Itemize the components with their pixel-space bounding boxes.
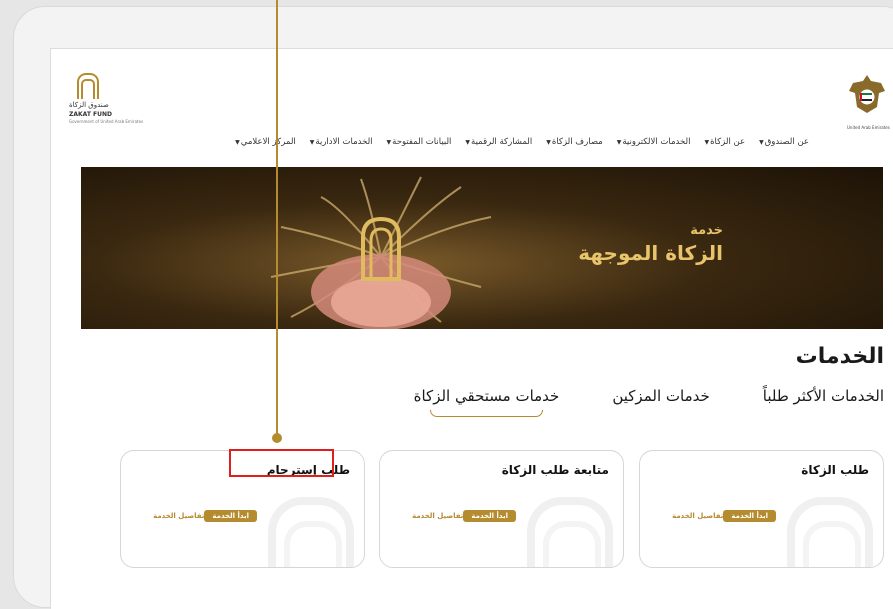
nav-label: المشاركة الرقمية xyxy=(471,137,533,147)
start-service-button[interactable]: ابدأ الخدمة xyxy=(463,510,516,522)
card-actions: ابدأ الخدمة تفاصيل الخدمة xyxy=(146,510,257,522)
tab-payers-services[interactable]: خدمات المزكين xyxy=(612,387,709,405)
card-actions: ابدأ الخدمة تفاصيل الخدمة xyxy=(665,510,776,522)
nav-item-about-zakat[interactable]: عن الزكاة ▼ xyxy=(704,137,745,147)
start-service-button[interactable]: ابدأ الخدمة xyxy=(204,510,257,522)
nav-item-open-data[interactable]: البيانات المفتوحة ▼ xyxy=(387,137,452,147)
zakat-fund-logo[interactable]: صندوق الزكاة ZAKAT FUND Government of Un… xyxy=(69,73,143,129)
logo-text-en: ZAKAT FUND xyxy=(69,111,112,118)
device-frame: صندوق الزكاة ZAKAT FUND Government of Un… xyxy=(13,6,893,609)
start-service-button[interactable]: ابدأ الخدمة xyxy=(723,510,776,522)
emblem-label: United Arab Emirates xyxy=(847,125,890,130)
services-tabs: الخدمات الأكثر طلباً خدمات المزكين خدمات… xyxy=(361,387,884,417)
service-details-link[interactable]: تفاصيل الخدمة xyxy=(412,512,463,520)
banner-title: الزكاة الموجهة xyxy=(578,241,723,265)
banner-subtitle: خدمة xyxy=(690,223,723,238)
browser-screen: صندوق الزكاة ZAKAT FUND Government of Un… xyxy=(50,48,893,609)
caret-down-icon: ▼ xyxy=(386,138,392,146)
arch-decoration-inner xyxy=(803,521,861,567)
card-actions: ابدأ الخدمة تفاصيل الخدمة xyxy=(405,510,516,522)
callout-pointer-line xyxy=(276,0,278,435)
arch-decoration-inner xyxy=(543,521,601,567)
tab-beneficiaries-services[interactable]: خدمات مستحقي الزكاة xyxy=(414,387,559,417)
caret-down-icon: ▼ xyxy=(759,138,764,146)
caret-down-icon: ▼ xyxy=(546,138,551,146)
nav-label: مصارف الزكاة xyxy=(551,137,603,147)
nav-label: الخدمات الالكترونية xyxy=(622,137,691,147)
highlight-box xyxy=(229,449,334,477)
arch-decoration-inner xyxy=(284,521,342,567)
callout-pointer-dot xyxy=(272,433,282,443)
hero-banner[interactable]: خدمة الزكاة الموجهة xyxy=(81,167,883,329)
service-details-link[interactable]: تفاصيل الخدمة xyxy=(153,512,204,520)
nav-item-zakat-channels[interactable]: مصارف الزكاة ▼ xyxy=(546,137,603,147)
falcon-emblem-icon xyxy=(849,75,885,113)
caret-down-icon: ▼ xyxy=(616,138,622,146)
logo-arch-inner xyxy=(81,79,95,99)
nav-item-about-fund[interactable]: عن الصندوق ▼ xyxy=(759,137,809,147)
caret-down-icon: ▼ xyxy=(704,138,710,146)
logo-text-ar: صندوق الزكاة xyxy=(69,101,109,109)
nav-label: المركز الاعلامي xyxy=(240,137,296,147)
card-title: طلب الزكاة xyxy=(801,463,869,477)
nav-label: عن الصندوق xyxy=(764,137,809,147)
nav-item-e-services[interactable]: الخدمات الالكترونية ▼ xyxy=(617,137,691,147)
logo-text-sub: Government of United Arab Emirates xyxy=(69,119,144,124)
service-card-track-request[interactable]: متابعة طلب الزكاة ابدأ الخدمة تفاصيل الخ… xyxy=(379,450,624,568)
caret-down-icon: ▼ xyxy=(465,138,471,146)
nav-label: البيانات المفتوحة xyxy=(392,137,452,147)
tab-most-requested[interactable]: الخدمات الأكثر طلباً xyxy=(763,387,884,405)
caret-down-icon: ▼ xyxy=(309,138,315,146)
services-title: الخدمات xyxy=(795,344,884,369)
main-nav: عن الصندوق ▼ عن الزكاة ▼ الخدمات الالكترون… xyxy=(221,137,809,147)
nav-label: الخدمات الادارية xyxy=(315,137,373,147)
uae-emblem[interactable]: United Arab Emirates xyxy=(847,73,890,130)
nav-item-media-center[interactable]: المركز الاعلامي ▼ xyxy=(235,137,296,147)
nav-item-admin-services[interactable]: الخدمات الادارية ▼ xyxy=(310,137,373,147)
service-card-zakat-request[interactable]: طلب الزكاة ابدأ الخدمة تفاصيل الخدمة xyxy=(639,450,884,568)
card-title: متابعة طلب الزكاة xyxy=(501,463,609,477)
nav-item-digital-participation[interactable]: المشاركة الرقمية ▼ xyxy=(465,137,532,147)
service-details-link[interactable]: تفاصيل الخدمة xyxy=(672,512,723,520)
hands-arrows-illustration xyxy=(270,176,492,329)
caret-down-icon: ▼ xyxy=(235,138,240,146)
nav-label: عن الزكاة xyxy=(710,137,746,147)
